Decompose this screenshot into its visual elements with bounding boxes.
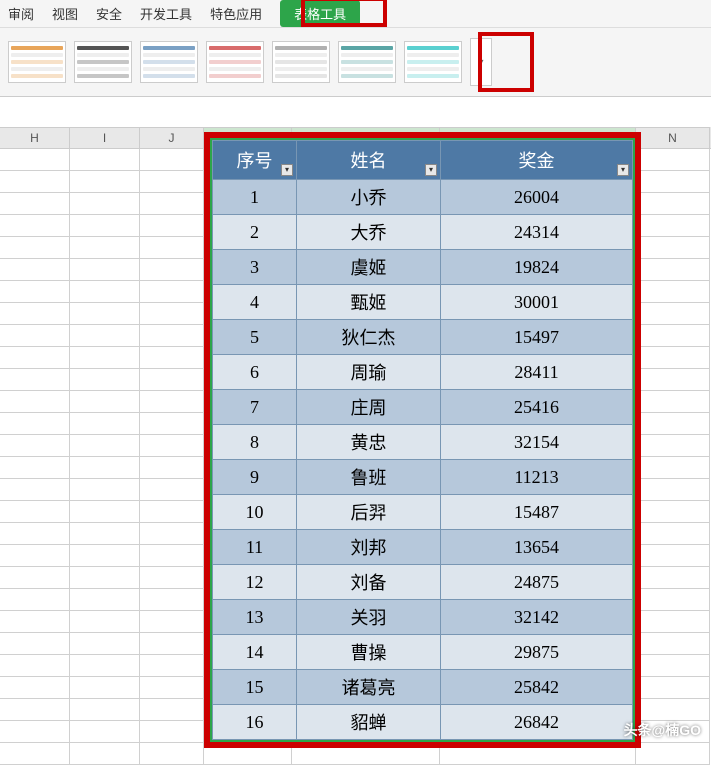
cell-n[interactable]: 15 <box>213 670 297 705</box>
table-style-thumb[interactable] <box>272 41 330 83</box>
cell-bonus[interactable]: 19824 <box>441 250 633 285</box>
cell-n[interactable]: 8 <box>213 425 297 460</box>
cell-name[interactable]: 关羽 <box>297 600 441 635</box>
cell-name[interactable]: 刘备 <box>297 565 441 600</box>
table-row[interactable]: 5狄仁杰15497 <box>213 320 633 355</box>
cell-n[interactable]: 9 <box>213 460 297 495</box>
col-header-n[interactable]: N <box>636 127 710 148</box>
cell-bonus[interactable]: 15487 <box>441 495 633 530</box>
table-row[interactable]: 15诸葛亮25842 <box>213 670 633 705</box>
th-name-label: 姓名 <box>351 151 387 171</box>
table-style-thumb[interactable] <box>404 41 462 83</box>
cell-bonus[interactable]: 24314 <box>441 215 633 250</box>
table-row[interactable]: 11刘邦13654 <box>213 530 633 565</box>
cell-bonus[interactable]: 25416 <box>441 390 633 425</box>
table-row[interactable]: 16貂蝉26842 <box>213 705 633 740</box>
table-row[interactable]: 14曹操29875 <box>213 635 633 670</box>
cell-n[interactable]: 3 <box>213 250 297 285</box>
table-row[interactable]: 12刘备24875 <box>213 565 633 600</box>
menu-bar: 审阅 视图 安全 开发工具 特色应用 表格工具 <box>0 0 711 28</box>
table-row[interactable]: 4甄姬30001 <box>213 285 633 320</box>
cell-bonus[interactable]: 29875 <box>441 635 633 670</box>
cell-n[interactable]: 10 <box>213 495 297 530</box>
cell-bonus[interactable]: 26004 <box>441 180 633 215</box>
cell-bonus[interactable]: 26842 <box>441 705 633 740</box>
cell-n[interactable]: 1 <box>213 180 297 215</box>
cell-n[interactable]: 12 <box>213 565 297 600</box>
menu-devtools[interactable]: 开发工具 <box>140 4 192 23</box>
cell-name[interactable]: 狄仁杰 <box>297 320 441 355</box>
th-bonus-label: 奖金 <box>519 151 555 171</box>
cell-bonus[interactable]: 24875 <box>441 565 633 600</box>
cell-name[interactable]: 小乔 <box>297 180 441 215</box>
table-style-thumb[interactable] <box>74 41 132 83</box>
cell-n[interactable]: 16 <box>213 705 297 740</box>
table-row[interactable]: 8黄忠32154 <box>213 425 633 460</box>
table-style-thumb[interactable] <box>8 41 66 83</box>
table-style-thumb[interactable] <box>338 41 396 83</box>
menu-view[interactable]: 视图 <box>52 4 78 23</box>
cell-name[interactable]: 庄周 <box>297 390 441 425</box>
filter-icon[interactable]: ▾ <box>617 164 629 176</box>
cell-n[interactable]: 2 <box>213 215 297 250</box>
data-table: 序号▾ 姓名▾ 奖金▾ 1小乔260042大乔243143虞姬198244甄姬3… <box>212 140 633 740</box>
cell-bonus[interactable]: 32142 <box>441 600 633 635</box>
table-row[interactable]: 6周瑜28411 <box>213 355 633 390</box>
cell-name[interactable]: 虞姬 <box>297 250 441 285</box>
cell-n[interactable]: 14 <box>213 635 297 670</box>
table-row[interactable]: 9鲁班11213 <box>213 460 633 495</box>
cell-n[interactable]: 5 <box>213 320 297 355</box>
cell-bonus[interactable]: 30001 <box>441 285 633 320</box>
table-row[interactable]: 1小乔26004 <box>213 180 633 215</box>
cell-name[interactable]: 曹操 <box>297 635 441 670</box>
menu-review[interactable]: 审阅 <box>8 4 34 23</box>
th-index-label: 序号 <box>237 151 273 171</box>
watermark: 头条@楠GO <box>624 720 701 740</box>
table-style-thumb[interactable] <box>140 41 198 83</box>
more-styles-button[interactable]: ▾ <box>470 38 492 86</box>
cell-n[interactable]: 11 <box>213 530 297 565</box>
cell-n[interactable]: 4 <box>213 285 297 320</box>
cell-bonus[interactable]: 25842 <box>441 670 633 705</box>
style-toolbar: ▾ <box>0 28 711 97</box>
cell-name[interactable]: 鲁班 <box>297 460 441 495</box>
cell-bonus[interactable]: 15497 <box>441 320 633 355</box>
cell-name[interactable]: 甄姬 <box>297 285 441 320</box>
cell-bonus[interactable]: 11213 <box>441 460 633 495</box>
th-name[interactable]: 姓名 ▾ <box>297 141 441 180</box>
cell-name[interactable]: 黄忠 <box>297 425 441 460</box>
menu-special[interactable]: 特色应用 <box>210 4 262 23</box>
cell-bonus[interactable]: 28411 <box>441 355 633 390</box>
table-row[interactable]: 7庄周25416 <box>213 390 633 425</box>
table-style-thumb[interactable] <box>206 41 264 83</box>
filter-icon[interactable]: ▾ <box>281 164 293 176</box>
cell-bonus[interactable]: 13654 <box>441 530 633 565</box>
cell-n[interactable]: 7 <box>213 390 297 425</box>
cell-name[interactable]: 周瑜 <box>297 355 441 390</box>
table-row[interactable]: 2大乔24314 <box>213 215 633 250</box>
col-header-i[interactable]: I <box>70 127 140 148</box>
filter-icon[interactable]: ▾ <box>425 164 437 176</box>
cell-name[interactable]: 诸葛亮 <box>297 670 441 705</box>
col-header-h[interactable]: H <box>0 127 70 148</box>
cell-name[interactable]: 刘邦 <box>297 530 441 565</box>
menu-security[interactable]: 安全 <box>96 4 122 23</box>
table-highlight-wrapper: 序号▾ 姓名▾ 奖金▾ 1小乔260042大乔243143虞姬198244甄姬3… <box>204 132 641 748</box>
cell-n[interactable]: 6 <box>213 355 297 390</box>
table-row[interactable]: 13关羽32142 <box>213 600 633 635</box>
col-header-j[interactable]: J <box>140 127 204 148</box>
menu-table-tools[interactable]: 表格工具 <box>280 0 360 27</box>
cell-bonus[interactable]: 32154 <box>441 425 633 460</box>
th-index[interactable]: 序号 ▾ <box>213 141 297 180</box>
cell-n[interactable]: 13 <box>213 600 297 635</box>
sheet-area: H I J K L M N 序号▾ 姓名▾ 奖金▾ 1小乔260042大乔243 <box>0 127 711 765</box>
cell-name[interactable]: 大乔 <box>297 215 441 250</box>
cell-name[interactable]: 貂蝉 <box>297 705 441 740</box>
cell-name[interactable]: 后羿 <box>297 495 441 530</box>
th-bonus[interactable]: 奖金 ▾ <box>441 141 633 180</box>
table-row[interactable]: 3虞姬19824 <box>213 250 633 285</box>
table-row[interactable]: 10后羿15487 <box>213 495 633 530</box>
